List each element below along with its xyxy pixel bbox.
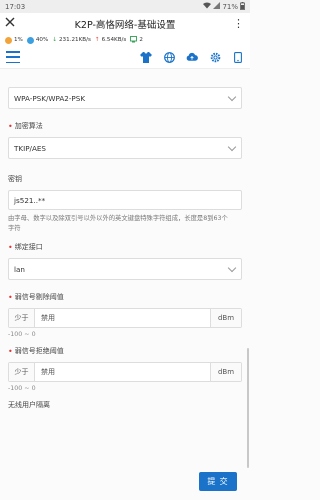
wireless-isolation-label: 无线用户隔离: [8, 401, 50, 409]
status-bar: 17:03 71%: [0, 0, 250, 13]
weak-remove-hint: -100 ~ 0: [8, 331, 36, 338]
weak-reject-hint: -100 ~ 0: [8, 385, 36, 392]
encryption-select[interactable]: TKIP/AES: [8, 137, 242, 159]
weak-remove-prefix: 少于: [9, 309, 35, 327]
encryption-field: • 加密算法 TKIP/AES: [8, 121, 242, 159]
battery-icon: [240, 1, 245, 12]
weak-reject-label: • 弱信号拒绝阈值: [8, 346, 242, 356]
download-arrow-icon: ↓: [52, 37, 57, 43]
required-marker: •: [8, 121, 13, 131]
upload-value: 6.54KB/s: [101, 37, 127, 43]
required-marker: •: [8, 346, 13, 356]
memory-usage: 40%: [26, 36, 49, 44]
cpu-icon: [5, 36, 12, 44]
close-button[interactable]: [5, 17, 21, 30]
chevron-down-icon: [227, 92, 237, 101]
weak-remove-unit: dBm: [210, 309, 241, 327]
weak-reject-input[interactable]: 禁用: [35, 363, 210, 381]
key-input[interactable]: js521..**: [8, 190, 242, 210]
bind-interface-field: • 绑定接口 lan: [8, 242, 242, 280]
toolbar: [0, 46, 250, 69]
weak-reject-field: • 弱信号拒绝阈值 少于 禁用 dBm -100 ~ 0: [8, 346, 242, 392]
settings-icon[interactable]: [209, 51, 221, 63]
router-info-bar: 1% 40% ↓ 231.21KB/s ↑ 6.54KB/s 2: [0, 34, 250, 46]
title-bar: K2P-高恪网络-基础设置 ⋮: [0, 13, 250, 34]
encryption-label-text: 加密算法: [14, 122, 43, 130]
settings-form: WPA-PSK/WPA2-PSK • 加密算法 TKIP/AES 密钥 js52…: [0, 69, 250, 500]
weak-remove-label-text: 弱信号剔除阈值: [14, 293, 64, 301]
status-indicators: 71%: [203, 1, 245, 12]
required-marker: •: [8, 242, 13, 252]
page-title: K2P-高恪网络-基础设置: [74, 19, 176, 31]
scrollbar[interactable]: [247, 348, 249, 468]
security-mode-select[interactable]: WPA-PSK/WPA2-PSK: [8, 87, 242, 109]
weak-reject-input-group: 少于 禁用 dBm: [8, 362, 242, 382]
weak-remove-label: • 弱信号剔除阈值: [8, 292, 242, 302]
weak-remove-input-group: 少于 禁用 dBm: [8, 308, 242, 328]
weak-remove-input[interactable]: 禁用: [35, 309, 210, 327]
menu-toggle-button[interactable]: [6, 51, 20, 63]
close-icon: [5, 17, 15, 27]
upload-arrow-icon: ↑: [94, 37, 100, 43]
status-time: 17:03: [5, 2, 26, 11]
security-mode-field: WPA-PSK/WPA2-PSK: [8, 87, 242, 109]
upload-speed: ↑ 6.54KB/s: [95, 37, 126, 43]
download-speed: ↓ 231.21KB/s: [52, 37, 91, 43]
signal-icon: [213, 2, 221, 11]
security-mode-value: WPA-PSK/WPA2-PSK: [14, 93, 86, 103]
bind-interface-label-text: 绑定接口: [14, 243, 43, 251]
tshirt-icon[interactable]: [140, 51, 152, 63]
phone-icon[interactable]: [232, 51, 244, 63]
more-menu-button[interactable]: ⋮: [233, 17, 245, 30]
toolbar-actions: [140, 51, 244, 63]
bind-interface-select[interactable]: lan: [8, 258, 242, 280]
globe-icon[interactable]: [163, 51, 175, 63]
wireless-isolation-field: 无线用户隔离: [8, 400, 242, 410]
clients-count: 2: [130, 35, 143, 45]
download-value: 231.21KB/s: [59, 37, 91, 43]
chevron-down-icon: [227, 142, 237, 151]
encryption-value: TKIP/AES: [14, 143, 46, 153]
key-help-text: 由字母、数字以及除双引号以外以外的英文键盘特殊字符组成，长度是8到63个字符: [8, 215, 228, 232]
key-field: 密钥 js521..** 由字母、数字以及除双引号以外以外的英文键盘特殊字符组成…: [8, 174, 242, 234]
clients-value: 2: [139, 37, 143, 43]
submit-button[interactable]: 提 交: [199, 472, 237, 491]
key-label: 密钥: [8, 175, 22, 183]
device-icon: [130, 35, 138, 45]
chevron-down-icon: [227, 263, 237, 272]
battery-percent: 71%: [222, 2, 238, 11]
cpu-usage: 1%: [5, 36, 23, 44]
cpu-value: 1%: [14, 37, 23, 43]
bind-interface-value: lan: [14, 264, 25, 274]
cloud-upload-icon[interactable]: [186, 51, 198, 63]
memory-icon: [26, 36, 34, 44]
memory-value: 40%: [35, 37, 49, 43]
weak-reject-unit: dBm: [210, 363, 241, 381]
wifi-icon: [203, 2, 212, 11]
bind-interface-label: • 绑定接口: [8, 242, 242, 252]
weak-reject-label-text: 弱信号拒绝阈值: [14, 347, 64, 355]
encryption-label: • 加密算法: [8, 121, 242, 131]
weak-reject-prefix: 少于: [9, 363, 35, 381]
required-marker: •: [8, 292, 13, 302]
weak-remove-field: • 弱信号剔除阈值 少于 禁用 dBm -100 ~ 0: [8, 292, 242, 338]
